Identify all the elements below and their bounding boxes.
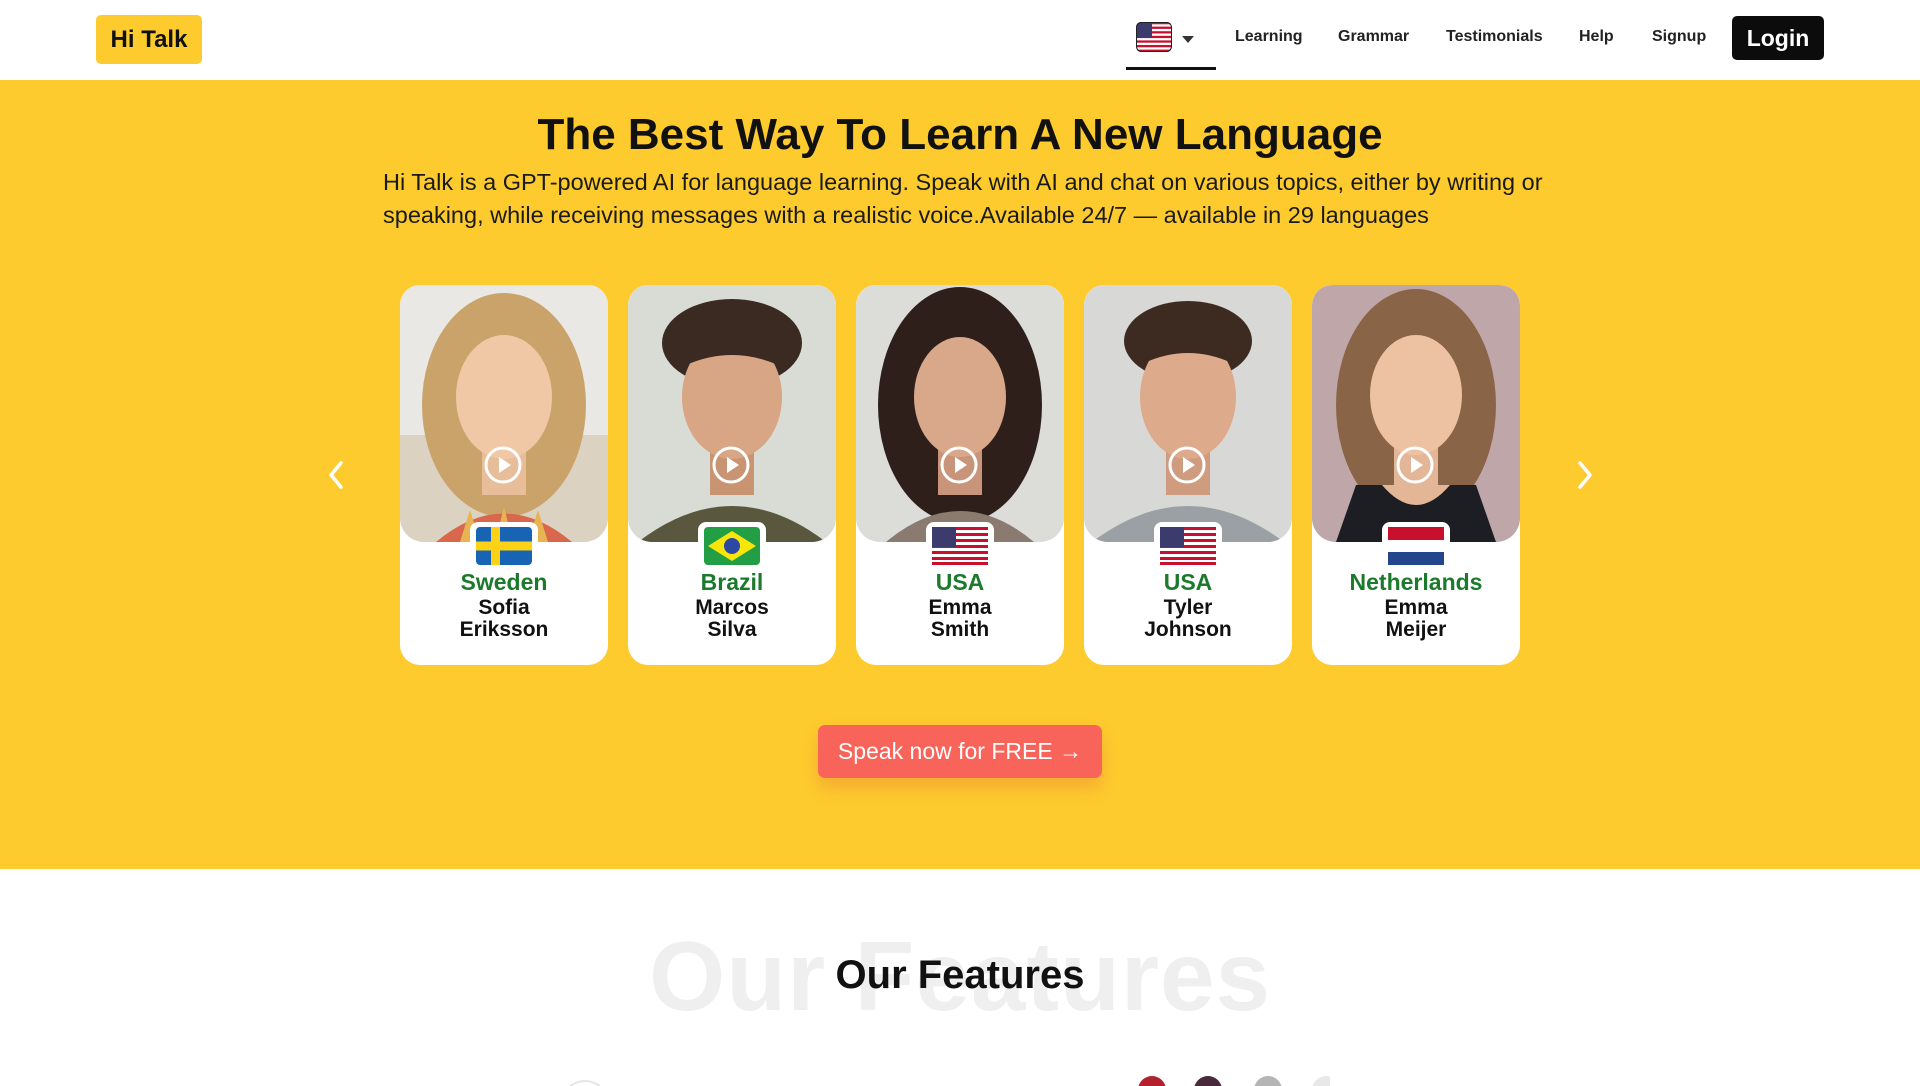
tutor-last-name: Meijer: [1385, 618, 1447, 641]
brazil-flag-icon: [698, 522, 766, 569]
play-icon[interactable]: [1395, 445, 1435, 485]
sweden-flag-icon: [470, 522, 538, 569]
tutor-first-name: Tyler: [1163, 596, 1213, 619]
tutor-name: Emma Smith: [856, 597, 1064, 641]
us-flag-icon: [926, 522, 994, 569]
tutor-card[interactable]: USA Emma Smith: [856, 285, 1064, 665]
tutor-country: USA: [1163, 569, 1213, 595]
tutor-country: Brazil: [700, 569, 764, 595]
tutor-card[interactable]: Sweden Sofia Eriksson: [400, 285, 608, 665]
tutor-last-name: Johnson: [1144, 618, 1232, 641]
tutor-first-name: Emma: [1384, 596, 1448, 619]
tutor-name: Sofia Eriksson: [400, 597, 608, 641]
play-icon[interactable]: [1167, 445, 1207, 485]
tutor-card[interactable]: Brazil Marcos Silva: [628, 285, 836, 665]
nav-signup[interactable]: Signup: [1652, 28, 1706, 46]
play-icon[interactable]: [711, 445, 751, 485]
us-flag-icon: [1154, 522, 1222, 569]
carousel-next-arrow-icon[interactable]: [1570, 455, 1600, 495]
play-icon[interactable]: [939, 445, 979, 485]
tutor-name: Tyler Johnson: [1084, 597, 1292, 641]
tutor-country: Netherlands: [1349, 569, 1483, 595]
logo[interactable]: Hi Talk: [96, 15, 202, 64]
netherlands-flag-icon: [1382, 522, 1450, 569]
hero-title: The Best Way To Learn A New Language: [537, 110, 1383, 159]
language-selector[interactable]: [1126, 16, 1216, 70]
tutor-name: Emma Meijer: [1312, 597, 1520, 641]
tutor-photo: [400, 285, 608, 542]
tutor-card[interactable]: Netherlands Emma Meijer: [1312, 285, 1520, 665]
tutor-last-name: Smith: [930, 618, 990, 641]
nav-help[interactable]: Help: [1579, 28, 1614, 46]
top-navigation-bar: Hi Talk Learning Grammar Testimonials He…: [0, 0, 1920, 80]
nav-testimonials[interactable]: Testimonials: [1446, 28, 1543, 46]
nav-learning[interactable]: Learning: [1235, 28, 1303, 46]
us-flag-icon: [1136, 22, 1172, 57]
tutor-photo: [628, 285, 836, 542]
carousel-prev-arrow-icon[interactable]: [321, 455, 351, 495]
feature-avatars-icon: [1138, 1076, 1330, 1086]
speak-now-button[interactable]: Speak now for FREE →: [818, 725, 1102, 778]
tutor-photo: [856, 285, 1064, 542]
tutor-name: Marcos Silva: [628, 597, 836, 641]
tutor-card[interactable]: USA Tyler Johnson: [1084, 285, 1292, 665]
feature-decoration-icon: [570, 1080, 600, 1086]
tutor-photo: [1312, 285, 1520, 542]
tutor-photo: [1084, 285, 1292, 542]
tutor-last-name: Eriksson: [459, 618, 549, 641]
chevron-down-icon: [1182, 36, 1194, 43]
login-button[interactable]: Login: [1732, 16, 1824, 60]
features-title: Our Features: [835, 953, 1085, 997]
hero-subtitle: Hi Talk is a GPT-powered AI for language…: [383, 169, 1543, 228]
hero-section: The Best Way To Learn A New Language Hi …: [0, 80, 1920, 869]
tutor-country: USA: [935, 569, 985, 595]
tutor-first-name: Emma: [928, 596, 992, 619]
tutor-country: Sweden: [460, 569, 548, 595]
tutor-last-name: Silva: [707, 618, 757, 641]
tutor-first-name: Marcos: [695, 596, 769, 619]
play-icon[interactable]: [483, 445, 523, 485]
tutor-first-name: Sofia: [478, 596, 530, 619]
nav-grammar[interactable]: Grammar: [1338, 28, 1409, 46]
